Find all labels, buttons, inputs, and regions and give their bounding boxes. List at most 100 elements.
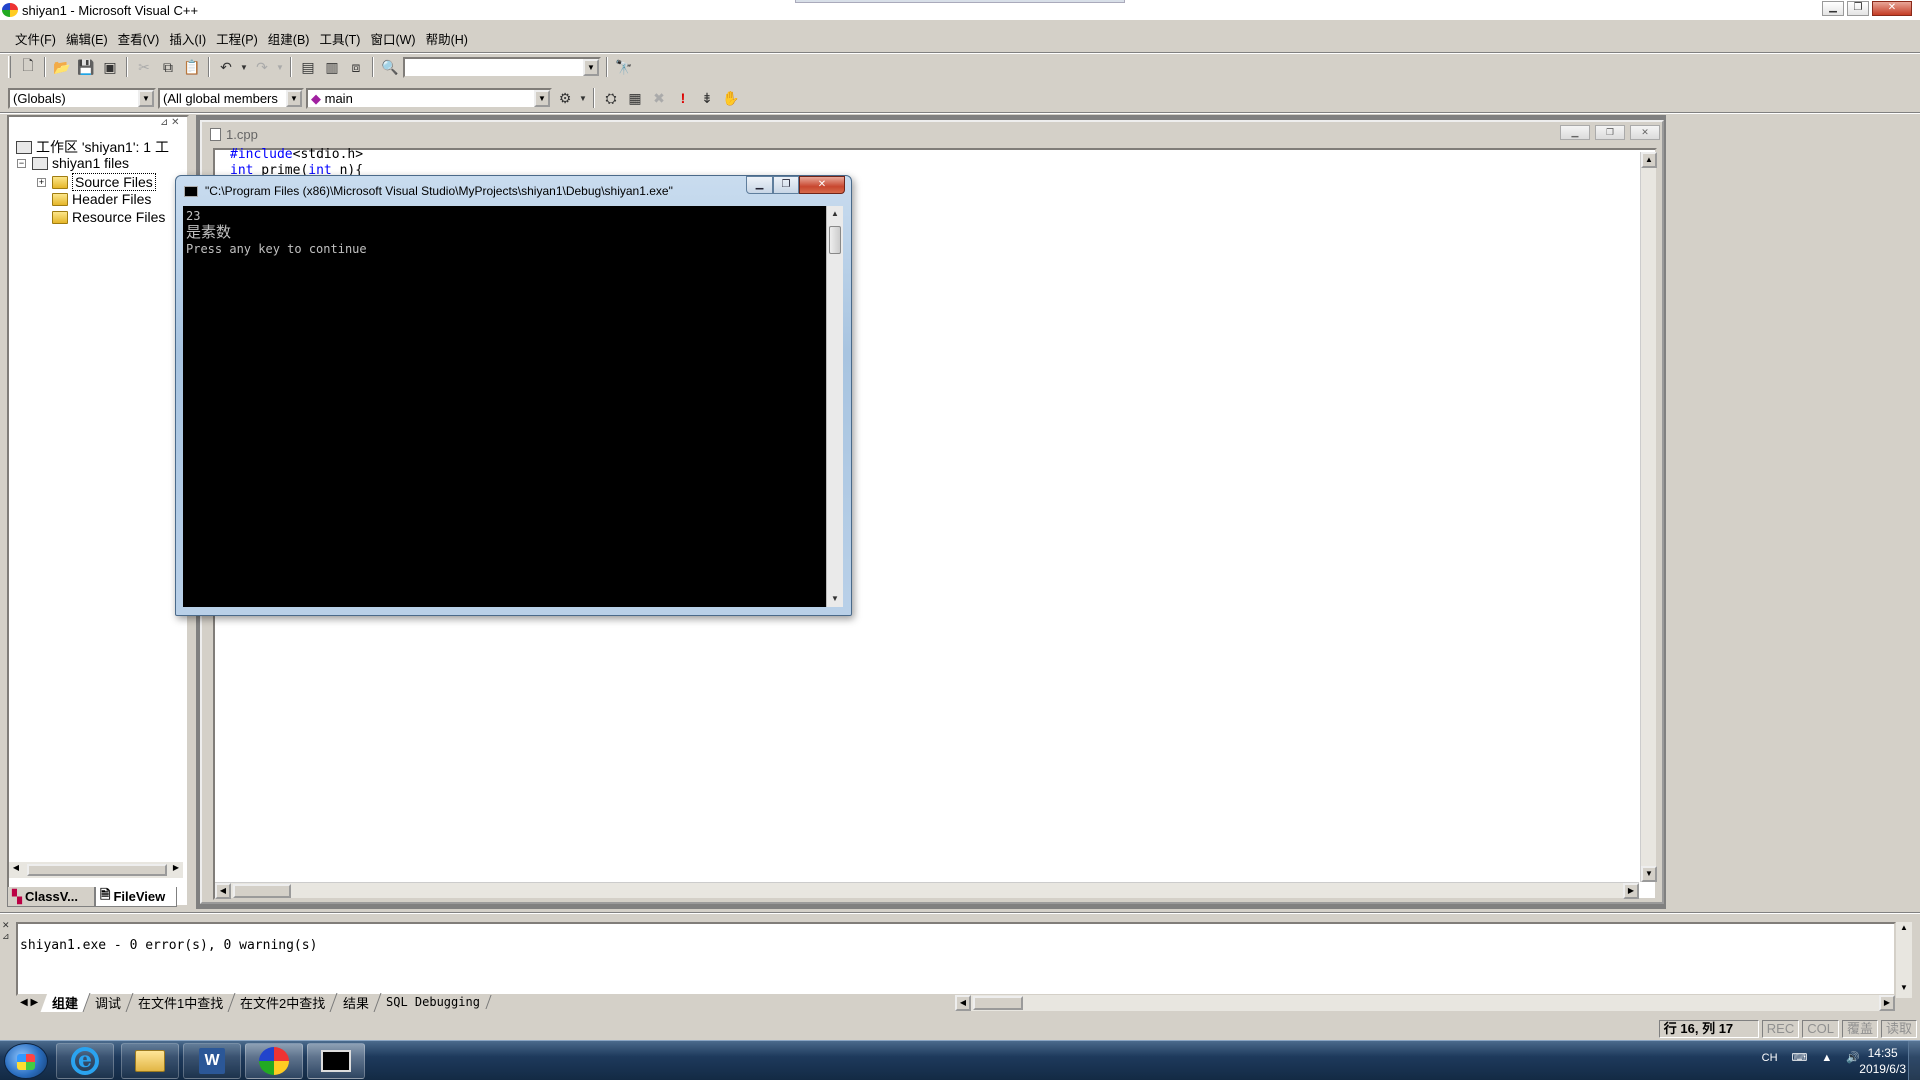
redo-dropdown-icon[interactable]: ▼ [275,56,285,78]
save-icon[interactable]: 💾 [75,56,97,78]
scroll-right-icon[interactable]: ▶ [169,862,183,876]
menu-file[interactable]: 文件(F) [10,27,61,50]
scope-combo[interactable]: (Globals) ▼ [8,87,156,109]
find-in-files-icon[interactable]: 🔍 [379,56,401,78]
go-debug-icon[interactable]: ⇟ [696,87,718,109]
tab-find-in-files-2[interactable]: 在文件2中查找 [228,992,339,1012]
tab-classview[interactable]: ▚ ClassV... [7,887,95,907]
menu-insert[interactable]: 插入(I) [164,27,211,50]
find-combo[interactable]: ▼ [403,56,601,78]
output-pane[interactable] [16,922,1896,996]
execute-icon[interactable]: ! [672,87,694,109]
show-desktop-button[interactable] [1908,1041,1920,1080]
undo-dropdown-icon[interactable]: ▼ [239,56,249,78]
stop-build-icon[interactable]: ✖ [648,87,670,109]
expand-icon[interactable]: + [37,177,46,187]
output-vscrollbar[interactable]: ▲ ▼ [1896,922,1912,998]
restore-button[interactable]: ❐ [1847,1,1869,16]
scroll-right-icon[interactable]: ▶ [1879,995,1895,1011]
undo-icon[interactable]: ↶ [215,56,237,78]
scroll-thumb[interactable] [27,864,167,876]
tree-folder-resource[interactable]: Resource Files [52,209,165,225]
build-icon[interactable]: ▦ [624,87,646,109]
chevron-down-icon[interactable]: ▼ [583,58,599,76]
tab-fileview[interactable]: 🗎 FileView [95,887,177,907]
taskbar-console[interactable] [307,1043,365,1079]
tray-expand-icon[interactable]: ▲ [1821,1052,1832,1064]
scroll-up-icon[interactable]: ▲ [1641,152,1657,168]
breakpoint-hand-icon[interactable]: ✋ [720,87,742,109]
volume-icon[interactable]: 🔊 [1846,1051,1860,1064]
editor-vscrollbar[interactable]: ▲ ▼ [1640,152,1657,882]
output-toggle-icon[interactable]: ▥ [321,56,343,78]
find-binoculars-icon[interactable]: 🔭 [613,56,635,78]
menu-window[interactable]: 窗口(W) [365,27,420,50]
minimize-button[interactable]: ▁ [746,176,773,194]
start-button[interactable] [4,1043,48,1079]
scroll-down-icon[interactable]: ▼ [827,591,843,607]
minimize-button[interactable]: ▁ [1560,125,1590,140]
wizard-action-icon[interactable]: ⚙ [554,87,576,109]
new-file-icon[interactable]: 🗋 [17,56,39,78]
function-combo[interactable]: ◆ main ▼ [306,87,552,109]
scroll-down-icon[interactable]: ▼ [1896,982,1912,998]
chevron-down-icon[interactable]: ▼ [138,89,154,107]
window-list-icon[interactable]: ⧈ [345,56,367,78]
console-window[interactable]: "C:\Program Files (x86)\Microsoft Visual… [175,175,852,616]
save-all-icon[interactable]: ▣ [99,56,121,78]
menu-view[interactable]: 查看(V) [113,27,165,50]
taskbar-visual-cpp[interactable] [245,1043,303,1079]
compile-icon[interactable]: ⛭ [600,87,622,109]
collapse-icon[interactable]: − [17,158,26,168]
menu-edit[interactable]: 编辑(E) [61,27,113,50]
close-button[interactable]: ✕ [799,176,845,194]
console-vscrollbar[interactable]: ▲ ▼ [826,206,843,607]
scroll-down-icon[interactable]: ▼ [1641,866,1657,882]
pane-resize-icon[interactable]: ⊿ [160,117,168,128]
scroll-left-icon[interactable]: ◀ [955,995,971,1011]
close-button[interactable]: ✕ [1872,1,1912,16]
menu-tools[interactable]: 工具(T) [314,27,365,50]
pane-close-icon[interactable]: ✕ [2,920,14,931]
editor-hscrollbar[interactable]: ◀ ▶ [215,882,1639,899]
tree-folder-header[interactable]: Header Files [52,191,151,207]
scroll-left-icon[interactable]: ◀ [215,883,231,899]
pane-close-icon[interactable]: ✕ [171,117,179,128]
tree-workspace-root[interactable]: 工作区 'shiyan1': 1 工 [16,137,169,157]
scroll-thumb[interactable] [233,884,291,898]
scroll-left-icon[interactable]: ◀ [9,862,23,876]
keyboard-icon[interactable]: ⌨ [1792,1051,1808,1064]
maximize-button[interactable]: ❐ [773,176,799,194]
scroll-up-icon[interactable]: ▲ [827,206,843,222]
tab-debug[interactable]: 调试 [83,992,134,1012]
tab-scroll-icon[interactable]: ◀ ▶ [20,997,38,1008]
language-indicator[interactable]: CH [1762,1052,1778,1064]
console-title-bar[interactable]: "C:\Program Files (x86)\Microsoft Visual… [184,181,744,201]
taskbar-file-explorer[interactable] [121,1043,179,1079]
clock[interactable]: 14:35 2019/6/3 [1859,1045,1906,1077]
scroll-right-icon[interactable]: ▶ [1623,883,1639,899]
tab-find-in-files-1[interactable]: 在文件1中查找 [126,992,236,1012]
taskbar-word[interactable]: W [183,1043,241,1079]
taskbar-internet-explorer[interactable]: e [56,1043,114,1079]
chevron-down-icon[interactable]: ▼ [286,89,302,107]
menu-project[interactable]: 工程(P) [211,27,263,50]
scroll-thumb[interactable] [829,226,841,254]
console-output[interactable]: 23 是素数 Press any key to continue [183,206,826,607]
restore-button[interactable]: ❐ [1595,125,1625,140]
workspace-hscrollbar[interactable]: ◀ ▶ [9,862,183,878]
cut-icon[interactable]: ✂ [133,56,155,78]
close-button[interactable]: ✕ [1630,125,1660,140]
scroll-up-icon[interactable]: ▲ [1896,922,1912,938]
tab-sql-debugging[interactable]: SQL Debugging [375,995,492,1009]
output-hscrollbar[interactable]: ◀ ▶ [955,995,1895,1011]
tree-folder-source[interactable]: + Source Files [37,173,156,191]
paste-icon[interactable]: 📋 [181,56,203,78]
menu-build[interactable]: 组建(B) [263,27,315,50]
redo-icon[interactable]: ↷ [251,56,273,78]
scroll-thumb[interactable] [973,996,1023,1010]
minimize-button[interactable]: ▁ [1822,1,1844,16]
tab-build[interactable]: 组建 [40,992,91,1012]
pane-resize-icon[interactable]: ⊿ [2,931,14,942]
chevron-down-icon[interactable]: ▼ [534,89,550,107]
